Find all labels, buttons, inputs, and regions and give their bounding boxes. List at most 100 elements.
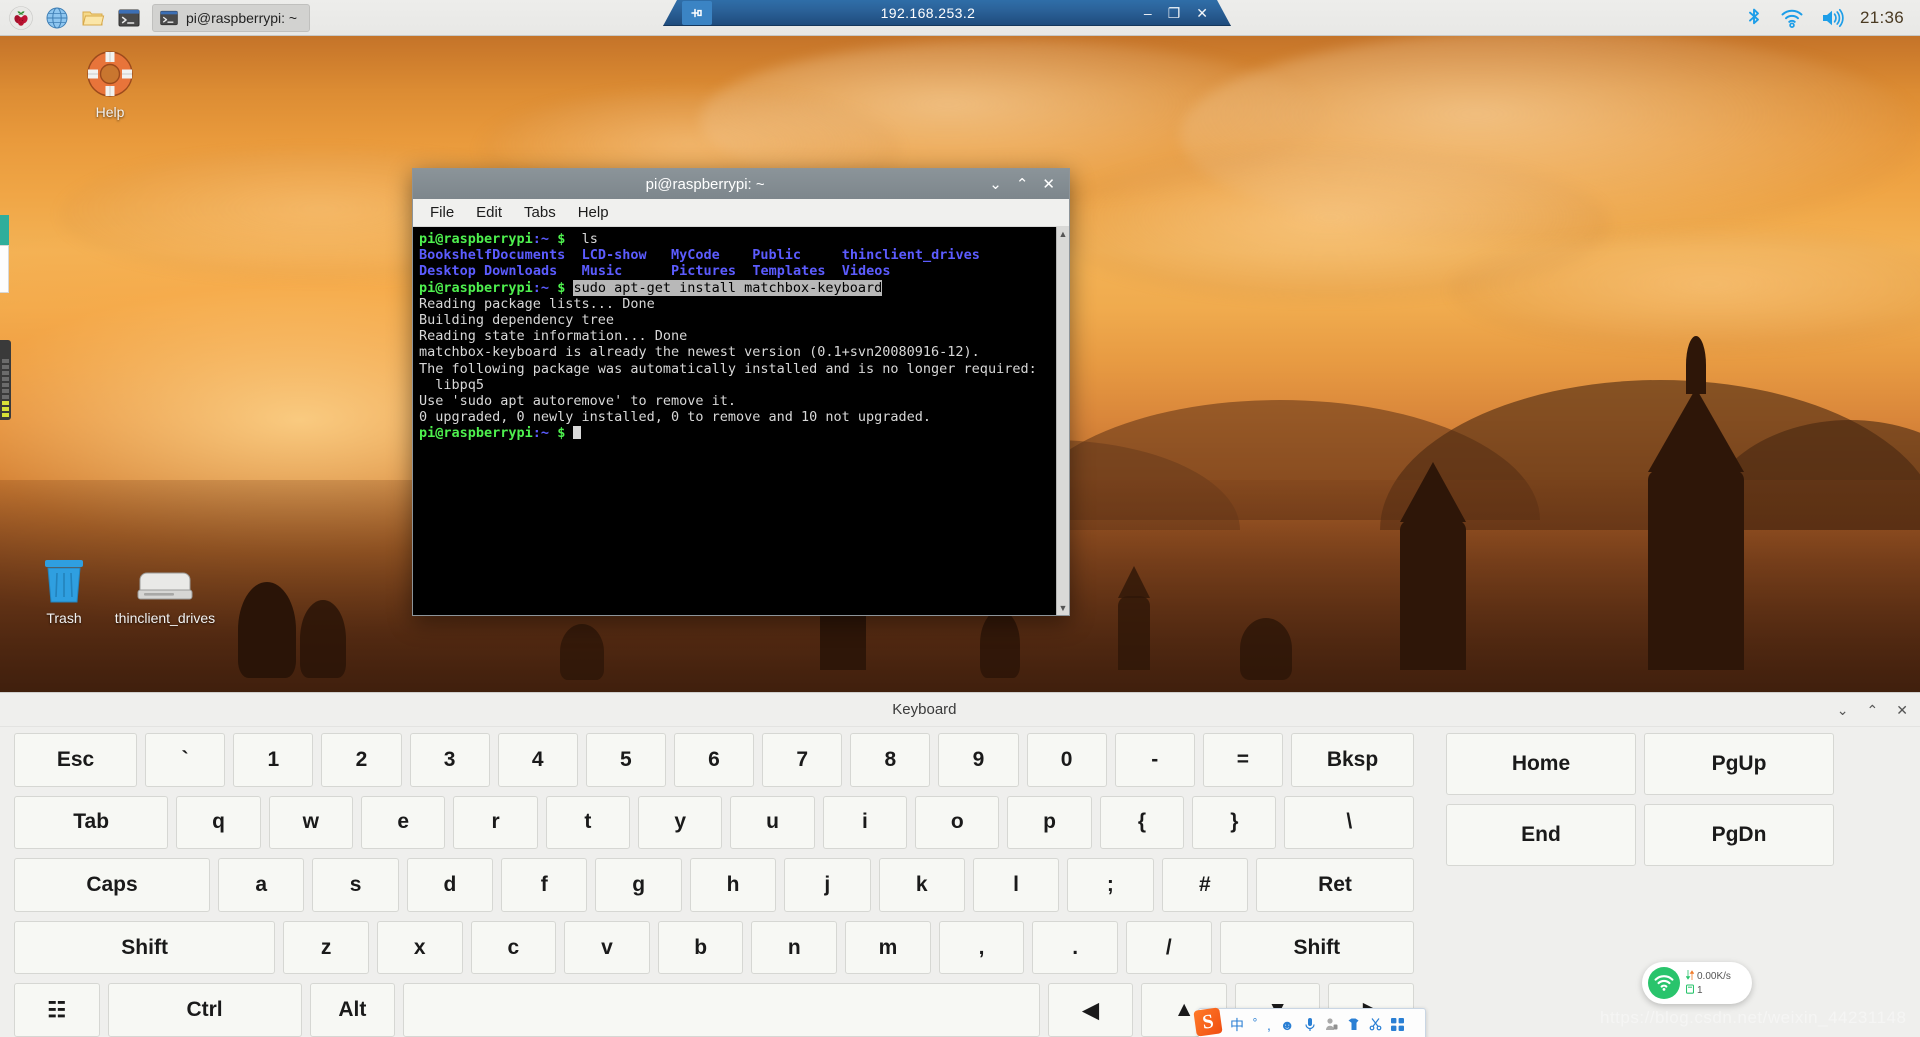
minimize-button[interactable]: ⌄ [989,177,1002,192]
keyboard-key-Alt[interactable]: Alt [310,983,396,1037]
keyboard-key-d[interactable]: d [407,858,493,912]
maximize-button[interactable]: ⌃ [1016,177,1029,192]
keyboard-key-PgDn[interactable]: PgDn [1644,804,1834,866]
keyboard-key-symbol[interactable]: = [1203,733,1283,787]
ime-language-icon[interactable]: 中 [1230,1018,1244,1032]
keyboard-key-l[interactable]: l [973,858,1059,912]
keyboard-key-4[interactable]: 4 [498,733,578,787]
ime-voice-icon[interactable] [1304,1017,1316,1034]
terminal-scrollbar[interactable]: ▲ ▼ [1056,227,1069,615]
keyboard-key-e[interactable]: e [361,796,445,850]
keyboard-key-3[interactable]: 3 [410,733,490,787]
keyboard-key-k[interactable]: k [879,858,965,912]
keyboard-key-Ret[interactable]: Ret [1256,858,1414,912]
sogou-logo-icon[interactable]: S [1193,1007,1222,1036]
keyboard-key-symbol[interactable]: # [1162,858,1248,912]
keyboard-key-q[interactable]: q [176,796,260,850]
menu-item-edit[interactable]: Edit [467,201,511,224]
desktop-icon-thinclient-drives[interactable]: thinclient_drives [110,550,220,626]
keyboard-key-Caps[interactable]: Caps [14,858,210,912]
keyboard-key-Bksp[interactable]: Bksp [1291,733,1414,787]
keyboard-key-v[interactable]: v [564,921,650,975]
keyboard-key-f[interactable]: f [501,858,587,912]
menu-item-file[interactable]: File [421,201,463,224]
wifi-icon[interactable] [1780,7,1804,29]
web-browser-icon[interactable] [40,2,74,34]
keyboard-titlebar[interactable]: Keyboard ⌄ ⌃ ✕ [0,693,1920,727]
minimize-button[interactable]: – [1144,6,1152,20]
terminal-icon[interactable] [112,2,146,34]
keyboard-key-symbol[interactable]: } [1192,796,1276,850]
keyboard-key-s[interactable]: s [312,858,398,912]
volume-icon[interactable] [1820,7,1844,29]
keyboard-key-p[interactable]: p [1007,796,1091,850]
edge-panel-gauge[interactable] [0,340,11,420]
taskbar-clock[interactable]: 21:36 [1860,8,1904,28]
ime-user-icon[interactable] [1325,1017,1338,1033]
close-button[interactable]: ✕ [1896,703,1908,717]
terminal-screen[interactable]: pi@raspberrypi:~ $ lsBookshelfDocuments … [413,227,1056,615]
keyboard-key-space[interactable] [403,983,1040,1037]
keyboard-key-7[interactable]: 7 [762,733,842,787]
keyboard-key-8[interactable]: 8 [850,733,930,787]
keyboard-key-PgUp[interactable]: PgUp [1644,733,1834,795]
keyboard-key-symbol[interactable]: . [1032,921,1118,975]
close-button[interactable]: ✕ [1042,177,1055,192]
scroll-up-icon[interactable]: ▲ [1059,227,1068,241]
terminal-titlebar[interactable]: pi@raspberrypi: ~ ⌄ ⌃ ✕ [413,169,1069,199]
keyboard-key-j[interactable]: j [784,858,870,912]
keyboard-key-u[interactable]: u [730,796,814,850]
keyboard-key-Shift[interactable]: Shift [14,921,275,975]
keyboard-key-5[interactable]: 5 [586,733,666,787]
keyboard-key-c[interactable]: c [471,921,557,975]
close-button[interactable]: ✕ [1196,6,1208,20]
keyboard-key-6[interactable]: 6 [674,733,754,787]
keyboard-key-n[interactable]: n [751,921,837,975]
edge-panel-teal-tab[interactable] [0,215,9,293]
keyboard-key-x[interactable]: x [377,921,463,975]
keyboard-key-w[interactable]: w [269,796,353,850]
keyboard-key-Esc[interactable]: Esc [14,733,137,787]
keyboard-key-a[interactable]: a [218,858,304,912]
keyboard-key-9[interactable]: 9 [938,733,1018,787]
keyboard-key-symbol[interactable]: \ [1284,796,1414,850]
keyboard-key-symbol[interactable]: ◀ [1048,983,1134,1037]
keyboard-key-End[interactable]: End [1446,804,1636,866]
desktop-icon-help[interactable]: Help [62,44,158,120]
keyboard-key-Home[interactable]: Home [1446,733,1636,795]
ime-emoji-icon[interactable]: ☻ [1280,1018,1295,1032]
bluetooth-icon[interactable] [1744,7,1764,29]
keyboard-key-symbol[interactable]: - [1115,733,1195,787]
keyboard-key-1[interactable]: 1 [233,733,313,787]
taskbar-window-button[interactable]: pi@raspberrypi: ~ [152,4,310,32]
keyboard-key-g[interactable]: g [595,858,681,912]
raspberry-menu-icon[interactable] [4,2,38,34]
restore-button[interactable]: ❐ [1168,6,1181,20]
keyboard-key-i[interactable]: i [823,796,907,850]
ime-screenshot-icon[interactable] [1369,1017,1382,1033]
keyboard-key-b[interactable]: b [658,921,744,975]
desktop-icon-trash[interactable]: Trash [16,550,112,626]
scroll-down-icon[interactable]: ▼ [1059,601,1068,615]
keyboard-key-symbol[interactable]: { [1100,796,1184,850]
ime-skin-icon[interactable] [1347,1017,1360,1033]
network-speed-widget[interactable]: 0.00K/s 1 [1642,962,1752,1004]
keyboard-key-symbol[interactable]: ` [145,733,225,787]
keyboard-key-2[interactable]: 2 [321,733,401,787]
keyboard-key-z[interactable]: z [283,921,369,975]
keyboard-key-symbol[interactable]: ☷ [14,983,100,1037]
ime-toolbox-icon[interactable] [1391,1018,1404,1033]
keyboard-key-Tab[interactable]: Tab [14,796,168,850]
keyboard-key-o[interactable]: o [915,796,999,850]
minimize-button[interactable]: ⌄ [1837,703,1849,717]
menu-item-help[interactable]: Help [569,201,618,224]
keyboard-key-h[interactable]: h [690,858,776,912]
pin-icon[interactable] [682,1,712,25]
keyboard-key-0[interactable]: 0 [1027,733,1107,787]
keyboard-key-m[interactable]: m [845,921,931,975]
keyboard-key-y[interactable]: y [638,796,722,850]
keyboard-key-symbol[interactable]: ; [1067,858,1153,912]
keyboard-key-symbol[interactable]: , [939,921,1025,975]
menu-item-tabs[interactable]: Tabs [515,201,565,224]
keyboard-key-Shift[interactable]: Shift [1220,921,1414,975]
